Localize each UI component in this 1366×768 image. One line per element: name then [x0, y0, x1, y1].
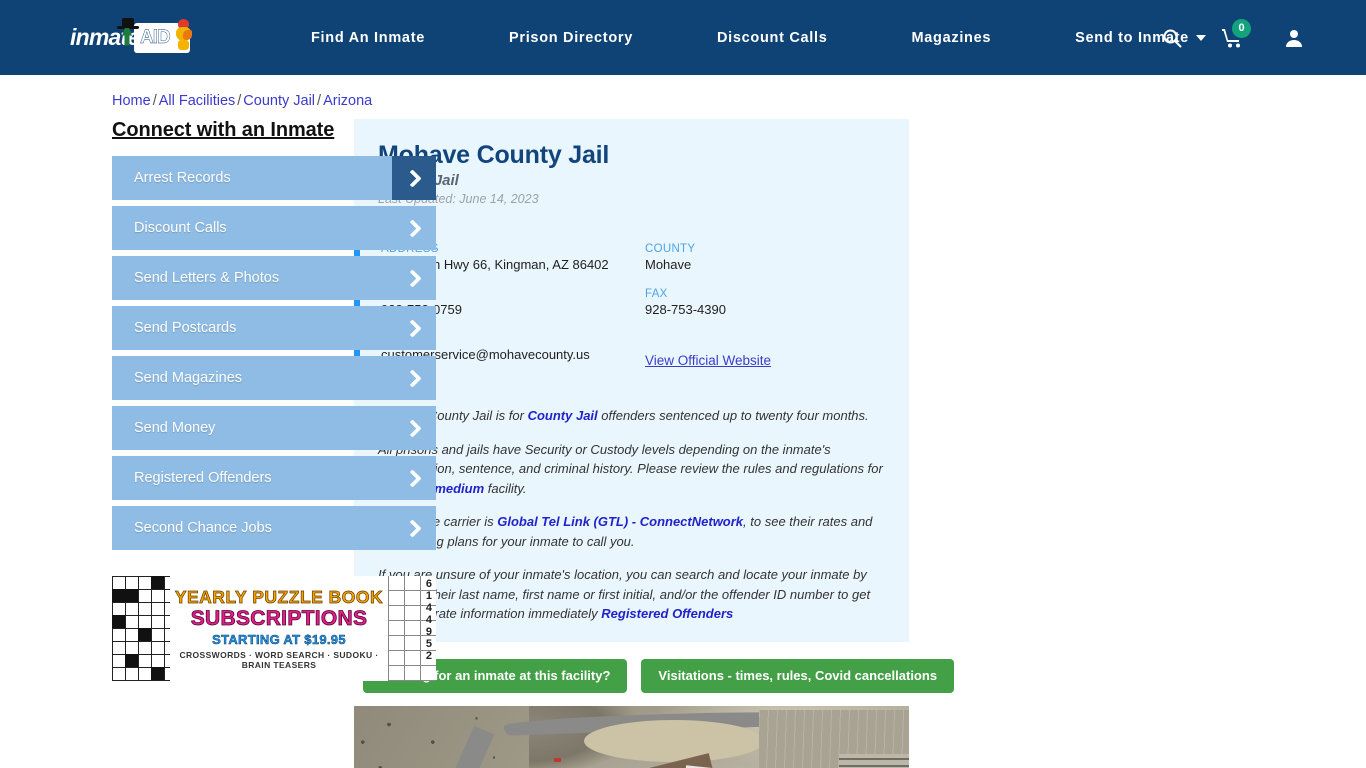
county-value: Mohave — [645, 257, 692, 272]
facility-description: Mohave County Jail is for County Jail of… — [354, 386, 909, 642]
chevron-right-icon — [392, 256, 436, 300]
nav-item-find-an-inmate[interactable]: Find An Inmate — [269, 30, 467, 46]
facility-card: Mohave County Jail County Jail Last Upda… — [354, 119, 909, 642]
facility-aerial-photo — [354, 705, 909, 768]
cta-button-row: Looking for an inmate at this facility? … — [354, 642, 955, 706]
ad-line-4: CROSSWORDS · WORD SEARCH · SUDOKU · BRAI… — [179, 650, 379, 670]
logo-hat-icon — [117, 17, 139, 29]
breadcrumb-item-county-jail[interactable]: County Jail — [243, 93, 315, 109]
main-nav: Find An Inmate Prison Directory Discount… — [269, 30, 1248, 46]
breadcrumb-item-all-facilities[interactable]: All Facilities — [159, 93, 236, 109]
ad-line-1: YEARLY PUZZLE BOOK — [174, 587, 384, 608]
user-account-icon[interactable] — [1284, 28, 1304, 48]
fax-value: 928-753-4390 — [645, 302, 726, 317]
sidebar-title: Connect with an Inmate — [112, 119, 335, 141]
p2-text-a: All prisons and jails have Security or C… — [378, 441, 883, 477]
breadcrumb-separator: / — [237, 93, 242, 109]
cart-count-badge: 0 — [1232, 18, 1251, 38]
breadcrumb-separator: / — [152, 93, 157, 109]
page-title: Mohave County Jail — [378, 141, 610, 169]
chevron-right-icon — [392, 156, 436, 200]
sidebar-item-registered-offenders[interactable]: Registered Offenders — [112, 456, 436, 500]
contact-info-block: ADDRESS 501 South Hwy 66, Kingman, AZ 86… — [354, 231, 909, 386]
registered-offenders-link[interactable]: Registered Offenders — [601, 606, 733, 621]
p1-text-b: offenders sentenced up to twenty four mo… — [597, 408, 869, 423]
last-updated: Last Updated: June 14, 2023 — [378, 192, 539, 206]
sidebar-item-send-postcards[interactable]: Send Postcards — [112, 306, 436, 350]
cart-icon[interactable]: 0 — [1222, 18, 1251, 48]
description-paragraph-2: All prisons and jails have Security or C… — [378, 440, 895, 499]
county-label: COUNTY — [645, 243, 696, 255]
contact-column-right: COUNTY Mohave FAX 928-753-4390 View Offi… — [645, 243, 909, 370]
chevron-right-icon — [392, 456, 436, 500]
page-body: Home / All Facilities / County Jail / Arizona … — [0, 93, 1366, 768]
sidebar-item-discount-calls[interactable]: Discount Calls — [112, 206, 436, 250]
aerial-dirt-island — [584, 719, 764, 762]
sudoku-numbers: 6 1 4 4 9 5 2 — [425, 578, 432, 662]
breadcrumb-item-home[interactable]: Home — [112, 93, 151, 109]
nav-item-magazines[interactable]: Magazines — [870, 30, 1034, 46]
breadcrumb-item-arizona[interactable]: Arizona — [323, 93, 372, 109]
ad-line-3: STARTING AT $19.95 — [212, 632, 346, 648]
breadcrumb: Home / All Facilities / County Jail / Arizona — [112, 93, 1366, 109]
search-icon[interactable] — [1162, 28, 1182, 48]
sidebar-item-arrest-records[interactable]: Arrest Records — [112, 156, 436, 200]
description-paragraph-1: Mohave County Jail is for County Jail of… — [378, 406, 895, 426]
sidebar: Connect with an Inmate Arrest Records Di… — [0, 119, 436, 768]
site-header: inmate AID Find An Inmate Prison Directo… — [0, 0, 1366, 75]
chevron-right-icon — [392, 406, 436, 450]
sidebar-item-second-chance-jobs[interactable]: Second Chance Jobs — [112, 506, 436, 550]
sidebar-item-send-letters-photos[interactable]: Send Letters & Photos — [112, 256, 436, 300]
view-official-website-link[interactable]: View Official Website — [645, 353, 771, 368]
county-jail-link[interactable]: County Jail — [528, 408, 598, 423]
nav-item-prison-directory[interactable]: Prison Directory — [467, 30, 675, 46]
puzzle-book-ad-banner[interactable]: 6 1 4 4 9 5 2 YEARLY PUZZLE BOOK SUBSCRI… — [112, 576, 436, 681]
chevron-right-icon — [392, 356, 436, 400]
aerial-car — [554, 757, 561, 762]
sidebar-item-label: Arrest Records — [134, 170, 231, 186]
description-paragraph-4: If you are unsure of your inmate's locat… — [378, 565, 895, 624]
website-group: View Official Website — [645, 333, 909, 370]
sidebar-item-label: Registered Offenders — [134, 470, 272, 486]
site-logo[interactable]: inmate AID — [70, 16, 194, 60]
sidebar-item-send-money[interactable]: Send Money — [112, 406, 436, 450]
ad-line-2: SUBSCRIPTIONS — [190, 607, 368, 631]
sidebar-item-label: Send Postcards — [134, 320, 237, 336]
crossword-grid-graphic — [112, 576, 170, 681]
p2-text-b: facility. — [484, 480, 527, 496]
header-icon-group: 0 — [1162, 0, 1304, 75]
logo-aid-letters: AID — [140, 26, 171, 48]
sidebar-item-send-magazines[interactable]: Send Magazines — [112, 356, 436, 400]
nav-item-discount-calls[interactable]: Discount Calls — [675, 30, 870, 46]
main-content: Mohave County Jail County Jail Last Upda… — [354, 119, 955, 768]
chevron-right-icon — [392, 506, 436, 550]
description-paragraph-3: The phone carrier is Global Tel Link (GT… — [378, 512, 895, 551]
aerial-desert-scrub — [354, 705, 529, 768]
sidebar-item-label: Second Chance Jobs — [134, 520, 272, 536]
chevron-right-icon — [392, 306, 436, 350]
logo-bird-icon — [174, 18, 194, 53]
chevron-right-icon — [392, 206, 436, 250]
fax-group: FAX 928-753-4390 — [645, 288, 909, 317]
sidebar-item-label: Send Money — [134, 420, 216, 436]
content-layout: Connect with an Inmate Arrest Records Di… — [0, 119, 1366, 768]
sidebar-item-label: Send Letters & Photos — [134, 270, 280, 286]
aerial-parking-lot-cars — [839, 753, 909, 768]
sidebar-item-label: Discount Calls — [134, 220, 227, 236]
sidebar-item-label: Send Magazines — [134, 370, 243, 386]
county-group: COUNTY Mohave — [645, 243, 909, 272]
visitations-button[interactable]: Visitations - times, rules, Covid cancel… — [641, 658, 955, 693]
ad-text-block: YEARLY PUZZLE BOOK SUBSCRIPTIONS STARTIN… — [170, 576, 388, 681]
fax-label: FAX — [645, 288, 668, 300]
breadcrumb-separator: / — [317, 93, 322, 109]
gtl-connectnetwork-link[interactable]: Global Tel Link (GTL) - ConnectNetwork — [497, 514, 743, 529]
facility-type: County Jail — [378, 172, 459, 189]
